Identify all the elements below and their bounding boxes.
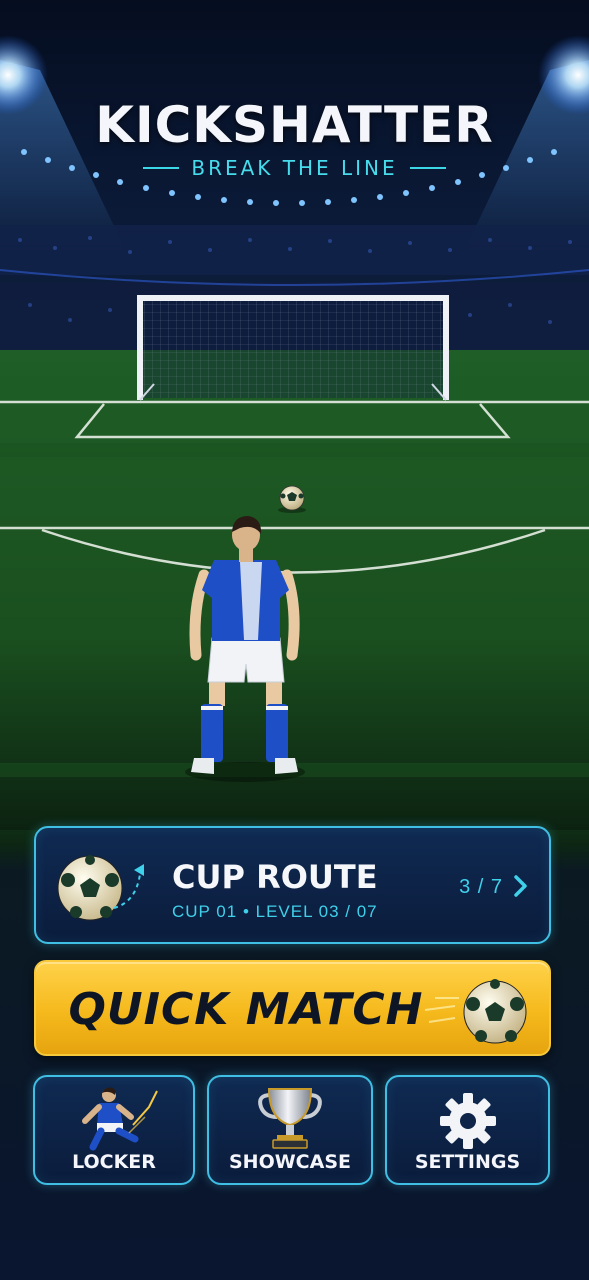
- chevron-right-icon: [514, 875, 527, 897]
- locker-button[interactable]: LOCKER: [33, 1075, 195, 1185]
- showcase-button[interactable]: SHOWCASE: [207, 1075, 373, 1185]
- cup-route-progress: 3 / 7: [459, 876, 503, 898]
- main-menu-screen: KICKSHATTER BREAK THE LINE CUP ROUTE CUP…: [0, 0, 589, 1280]
- divider: [143, 167, 180, 169]
- crowd-upper: [0, 225, 589, 275]
- showcase-label: SHOWCASE: [228, 1151, 351, 1173]
- player-kick-icon: [82, 1087, 158, 1151]
- quick-match-label: QUICK MATCH: [68, 984, 424, 1035]
- game-subtitle-row: BREAK THE LINE: [0, 156, 589, 180]
- game-subtitle: BREAK THE LINE: [191, 156, 398, 180]
- cup-route-button[interactable]: CUP ROUTE CUP 01 • LEVEL 03 / 07 3 / 7: [34, 826, 551, 944]
- settings-button[interactable]: SETTINGS: [385, 1075, 550, 1185]
- gear-icon: [439, 1093, 496, 1149]
- quick-match-button[interactable]: QUICK MATCH: [34, 960, 551, 1056]
- trophy-icon: [258, 1088, 322, 1149]
- cup-route-level: CUP 01 • LEVEL 03 / 07: [172, 902, 378, 921]
- settings-label: SETTINGS: [414, 1151, 521, 1173]
- cup-route-title: CUP ROUTE: [172, 858, 378, 896]
- locker-label: LOCKER: [72, 1151, 156, 1173]
- divider: [409, 167, 446, 169]
- game-title: KICKSHATTER: [95, 96, 494, 154]
- goal: [137, 295, 449, 401]
- soccer-ball-icon: [57, 855, 144, 921]
- soccer-ball-icon: [425, 979, 527, 1044]
